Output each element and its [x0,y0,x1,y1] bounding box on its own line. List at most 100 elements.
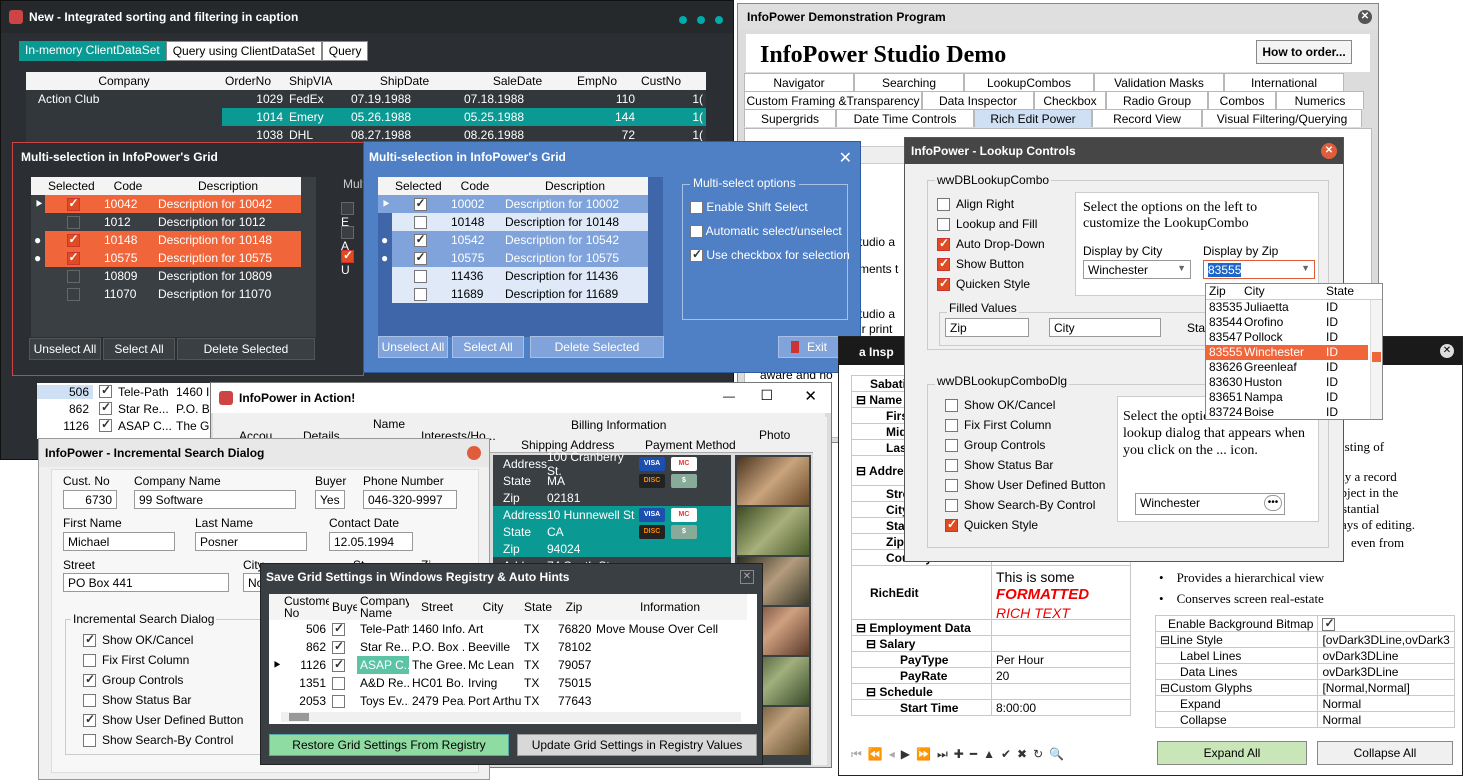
tree-row[interactable]: ⊟ Employment Data [851,619,1131,636]
tree-row[interactable]: Start Time 8:00:00 [851,699,1131,716]
tab-data-inspector[interactable]: Data Inspector [922,91,1034,109]
contact-date-field[interactable]: 12.05.1994 [329,532,413,551]
close-icon[interactable] [467,446,481,460]
checkbox[interactable] [66,250,80,266]
select-all-button[interactable]: Select All [452,336,524,358]
table-row[interactable]: ●10148Description for 10148 [31,231,301,249]
table-row[interactable]: 1012 Description for 1012 [31,213,301,231]
property-row[interactable]: ⊟Custom Glyphs [Normal,Normal] [1154,679,1455,696]
table-row[interactable]: ●10575Description for 10575 [378,249,648,267]
unselect-all-button[interactable]: Unselect All [378,336,448,358]
unselect-all-button[interactable]: Unselect All [29,338,101,360]
checkbox[interactable] [332,657,345,673]
tree-row[interactable]: ⊟ Schedule [851,683,1131,700]
col-code[interactable]: Code [448,177,502,195]
address-row[interactable]: State MA DISC $ [493,472,731,489]
tab-lookupcombos[interactable]: LookupCombos [964,73,1094,91]
first-record-icon[interactable]: ⏮ [851,747,862,762]
display-city-combo[interactable]: Winchester ▼ [1083,260,1191,279]
filled-zip-field[interactable]: Zip [945,318,1029,337]
select-all-button[interactable]: Select All [103,338,175,360]
delete-selected-button[interactable]: Delete Selected [530,336,664,358]
tab-custom-framing[interactable]: Custom Framing &Transparency [744,91,922,109]
dropdown-item[interactable]: 83547 Pollock ID [1206,330,1382,345]
checkbox[interactable] [99,400,112,415]
col-payment-method[interactable]: Payment Method [645,438,736,452]
property-row[interactable]: Collapse Normal [1154,711,1455,728]
checkbox[interactable] [66,196,80,212]
col-name[interactable]: Name [373,417,405,431]
table-row[interactable]: 11070 Description for 11070 [31,285,301,303]
dropdown-item[interactable]: 83535 Juliaetta ID [1206,300,1382,315]
dlg-fix-first-column-checkbox[interactable]: Fix First Column [945,415,1105,435]
prior-record-icon[interactable]: ◂ [889,747,895,761]
col-saledate[interactable]: SaleDate [461,72,574,90]
tab-supergrids[interactable]: Supergrids [744,109,836,127]
collapse-all-button[interactable]: Collapse All [1317,741,1453,765]
address-row[interactable]: Address 100 Cranberry St. VISA MC [493,450,731,478]
tree-row[interactable]: PayType Per Hour [851,651,1131,668]
checkbox[interactable] [413,216,427,230]
col-city[interactable]: City [465,594,521,620]
prior-page-icon[interactable]: ⏪ [868,747,883,761]
col-company-name[interactable]: Company Name [357,594,409,620]
tab-visual-filtering[interactable]: Visual Filtering/Querying [1202,109,1362,127]
last-name-field[interactable]: Posner [195,532,307,551]
checkbox[interactable] [332,639,345,655]
table-row[interactable]: ●10542Description for 10542 [378,231,648,249]
search-icon[interactable]: 🔍 [1049,747,1064,761]
filled-city-field[interactable]: City [1049,318,1161,337]
col-shipvia[interactable]: ShipVIA [286,72,348,90]
exit-button[interactable]: Exit [778,336,840,358]
dark-option-u[interactable]: U [341,248,363,277]
tab-numerics[interactable]: Numerics [1276,91,1364,109]
auto-drop-down-checkbox[interactable]: Auto Drop-Down [937,234,1045,254]
dlg-quicken-style-checkbox[interactable]: Quicken Style [945,515,1105,535]
inc-fix-first-column-checkbox[interactable]: Fix First Column [83,650,243,670]
table-row[interactable]: 2053Toys Ev...2479 Pea...Port ArthurTX77… [269,692,747,710]
col-custno[interactable]: CustNo [638,72,706,90]
col-code[interactable]: Code [101,177,155,195]
list-item[interactable]: 1126ASAP C...The G [37,417,217,434]
insert-icon[interactable]: ✚ [954,747,964,761]
how-to-order-button[interactable]: How to order... [1256,40,1352,64]
maximize-icon[interactable]: ☐ [760,387,773,404]
buyer-field[interactable]: Yes [315,490,345,509]
property-row[interactable]: Data Lines ovDark3DLine [1154,663,1455,680]
dlg-show-user-button-checkbox[interactable]: Show User Defined Button [945,475,1105,495]
table-row[interactable]: 506Tele-Path1460 Info...ArtTX76820Move M… [269,620,747,638]
checkbox[interactable] [66,232,80,248]
phone-field[interactable]: 046-320-9997 [363,490,457,509]
tab-radio-group[interactable]: Radio Group [1106,91,1208,109]
align-right-checkbox[interactable]: Align Right [937,194,1045,214]
tab-rich-edit[interactable]: Rich Edit Power [974,109,1092,127]
col-company[interactable]: Company [26,72,222,90]
col-buyer[interactable]: Buyer [329,594,357,620]
cust-no-field[interactable]: 6730 [63,490,117,509]
checkbox[interactable] [332,677,345,691]
quicken-style-checkbox[interactable]: Quicken Style [937,274,1045,294]
list-item[interactable]: 506Tele-Path1460 I [37,383,217,400]
col-billing[interactable]: Billing Information [571,418,666,432]
table-row[interactable]: 11689 Description for 11689 [378,285,648,303]
checkbox[interactable] [413,270,427,284]
checkbox[interactable] [66,270,80,284]
first-name-field[interactable]: Michael [63,532,175,551]
tree-row[interactable]: ⊟ Salary [851,635,1131,652]
dropdown-item[interactable]: 83630 Huston ID [1206,375,1382,390]
use-checkbox-selection-checkbox[interactable]: Use checkbox for selection [690,247,850,263]
property-row[interactable]: ⊟Line Style [ovDark3DLine,ovDark3 [1154,631,1455,648]
col-description[interactable]: Description [155,177,301,195]
close-icon[interactable]: ✕ [1440,344,1454,358]
checkbox[interactable] [99,383,112,398]
tab-checkbox[interactable]: Checkbox [1034,91,1106,109]
checkbox[interactable] [413,196,427,212]
edit-icon[interactable]: ▲ [983,747,995,761]
col-selected[interactable]: Selected [392,177,448,195]
expand-all-button[interactable]: Expand All [1157,741,1307,765]
table-row[interactable]: 862Star Re...P.O. Box ...BeevilleTX78102 [269,638,747,656]
window-controls-icon[interactable] [669,13,723,27]
address-row[interactable]: Zip 94024 [493,540,731,557]
next-page-icon[interactable]: ⏩ [916,747,931,761]
dropdown-item[interactable]: 83544 Orofino ID [1206,315,1382,330]
